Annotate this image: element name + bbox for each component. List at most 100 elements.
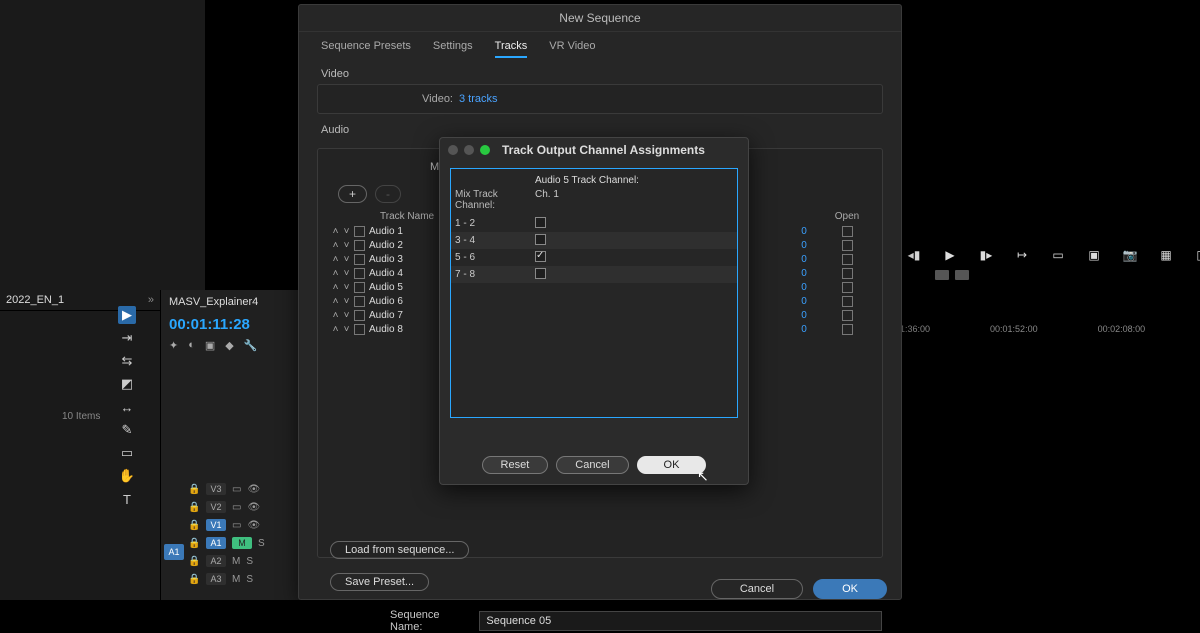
- lock-icon[interactable]: 🔒: [188, 520, 200, 531]
- close-traffic-icon[interactable]: [448, 145, 458, 155]
- sequence-name-input[interactable]: [479, 611, 882, 631]
- track-checkbox[interactable]: [354, 226, 365, 237]
- track-header-a1[interactable]: 🔒A1MS: [160, 534, 300, 552]
- open-checkbox[interactable]: [842, 240, 853, 251]
- track-header-a2[interactable]: 🔒A2MS: [160, 552, 300, 570]
- track-checkbox[interactable]: [354, 254, 365, 265]
- lock-icon[interactable]: 🔒: [188, 538, 200, 549]
- marker-icon[interactable]: ✦: [169, 339, 178, 352]
- new-sequence-ok-button[interactable]: OK: [813, 579, 887, 599]
- track-select-tool-icon[interactable]: ⇥: [118, 329, 136, 347]
- open-checkbox[interactable]: [842, 254, 853, 265]
- lock-icon[interactable]: 🔒: [188, 556, 200, 567]
- tab-settings[interactable]: Settings: [433, 40, 473, 58]
- slip-tool-icon[interactable]: ↔: [118, 398, 136, 416]
- pan-value[interactable]: 0: [784, 240, 824, 251]
- track-checkbox[interactable]: [354, 268, 365, 279]
- assignment-checkbox[interactable]: [535, 234, 546, 245]
- pen-tool-icon[interactable]: ✎: [118, 421, 136, 439]
- export-frame-icon[interactable]: 📷: [1121, 248, 1139, 262]
- in-point-icon[interactable]: ◐: [188, 339, 195, 352]
- tab-vr-video[interactable]: VR Video: [549, 40, 595, 58]
- open-checkbox[interactable]: [842, 324, 853, 335]
- lock-icon[interactable]: 🔒: [188, 502, 200, 513]
- chevron-up-icon[interactable]: ˄: [330, 296, 341, 307]
- pan-value[interactable]: 0: [784, 282, 824, 293]
- reset-button[interactable]: Reset: [482, 456, 549, 474]
- lift-icon[interactable]: ▭: [1049, 248, 1067, 262]
- eye-icon[interactable]: 👁: [247, 502, 260, 513]
- chevron-up-icon[interactable]: ˄: [330, 268, 341, 279]
- chevron-down-icon[interactable]: ˅: [341, 296, 352, 307]
- track-checkbox[interactable]: [354, 296, 365, 307]
- minimize-traffic-icon[interactable]: [464, 145, 474, 155]
- add-track-button[interactable]: +: [338, 185, 367, 203]
- eye-icon[interactable]: 👁: [247, 520, 260, 531]
- overflow-icon[interactable]: ◳: [1193, 248, 1200, 262]
- chevron-down-icon[interactable]: ˅: [341, 254, 352, 265]
- eye-icon[interactable]: 👁: [247, 484, 260, 495]
- rectangle-tool-icon[interactable]: ▭: [118, 444, 136, 462]
- insert-icon[interactable]: ▣: [205, 339, 215, 352]
- track-checkbox[interactable]: [354, 310, 365, 321]
- step-back-icon[interactable]: ◂▮: [905, 248, 923, 262]
- track-header-v1[interactable]: 🔒V1▭👁: [160, 516, 300, 534]
- toggle-1-icon[interactable]: [935, 270, 949, 280]
- ripple-edit-tool-icon[interactable]: ⇆: [118, 352, 136, 370]
- zoom-traffic-icon[interactable]: [480, 145, 490, 155]
- ok-button[interactable]: OK: [637, 456, 707, 474]
- track-header-a3[interactable]: 🔒A3MS: [160, 570, 300, 588]
- track-header-v2[interactable]: 🔒V2▭👁: [160, 498, 300, 516]
- video-tracks-value[interactable]: 3 tracks: [459, 93, 498, 105]
- assignment-checkbox[interactable]: [535, 251, 546, 262]
- pan-value[interactable]: 0: [784, 254, 824, 265]
- track-checkbox[interactable]: [354, 324, 365, 335]
- next-edit-icon[interactable]: ↦: [1013, 248, 1031, 262]
- overwrite-icon[interactable]: ◆: [225, 339, 233, 352]
- open-checkbox[interactable]: [842, 268, 853, 279]
- pan-value[interactable]: 0: [784, 310, 824, 321]
- open-checkbox[interactable]: [842, 226, 853, 237]
- track-checkbox[interactable]: [354, 282, 365, 293]
- play-icon[interactable]: ▶: [941, 248, 959, 262]
- chevron-up-icon[interactable]: ˄: [330, 324, 341, 335]
- chevron-down-icon[interactable]: ˅: [341, 310, 352, 321]
- lock-icon[interactable]: 🔒: [188, 484, 200, 495]
- save-preset-button[interactable]: Save Preset...: [330, 573, 429, 591]
- source-timecode[interactable]: 00:01:11:28: [161, 314, 300, 339]
- lock-icon[interactable]: 🔒: [188, 574, 200, 585]
- hand-tool-icon[interactable]: ✋: [118, 467, 136, 485]
- chevron-up-icon[interactable]: ˄: [330, 240, 341, 251]
- tab-sequence-presets[interactable]: Sequence Presets: [321, 40, 411, 58]
- pan-value[interactable]: 0: [784, 268, 824, 279]
- pan-value[interactable]: 0: [784, 296, 824, 307]
- sync-lock-icon[interactable]: ▭: [232, 502, 241, 513]
- chevron-down-icon[interactable]: ˅: [341, 226, 352, 237]
- pan-value[interactable]: 0: [784, 324, 824, 335]
- chevron-down-icon[interactable]: ˅: [341, 282, 352, 293]
- sync-lock-icon[interactable]: ▭: [232, 484, 241, 495]
- chevron-up-icon[interactable]: ˄: [330, 310, 341, 321]
- type-tool-icon[interactable]: T: [118, 490, 136, 508]
- tab-tracks[interactable]: Tracks: [495, 40, 528, 58]
- chevron-up-icon[interactable]: ˄: [330, 226, 341, 237]
- open-checkbox[interactable]: [842, 310, 853, 321]
- pan-value[interactable]: 0: [784, 226, 824, 237]
- selection-tool-icon[interactable]: ▶: [118, 306, 136, 324]
- track-header-v3[interactable]: 🔒V3▭👁: [160, 480, 300, 498]
- load-from-sequence-button[interactable]: Load from sequence...: [330, 541, 469, 559]
- open-checkbox[interactable]: [842, 296, 853, 307]
- toggle-2-icon[interactable]: [955, 270, 969, 280]
- chevron-up-icon[interactable]: ˄: [330, 282, 341, 293]
- chevron-down-icon[interactable]: ˅: [341, 324, 352, 335]
- timeline-ruler[interactable]: 1:36:00 00:01:52:00 00:02:08:00 00:02:24…: [900, 324, 1200, 334]
- cancel-button[interactable]: Cancel: [556, 456, 628, 474]
- new-sequence-cancel-button[interactable]: Cancel: [711, 579, 803, 599]
- assignment-checkbox[interactable]: [535, 268, 546, 279]
- assignment-checkbox[interactable]: [535, 217, 546, 228]
- step-forward-icon[interactable]: ▮▸: [977, 248, 995, 262]
- sync-lock-icon[interactable]: ▭: [232, 520, 241, 531]
- chevron-up-icon[interactable]: ˄: [330, 254, 341, 265]
- extract-icon[interactable]: ▣: [1085, 248, 1103, 262]
- button-editor-icon[interactable]: ▦: [1157, 248, 1175, 262]
